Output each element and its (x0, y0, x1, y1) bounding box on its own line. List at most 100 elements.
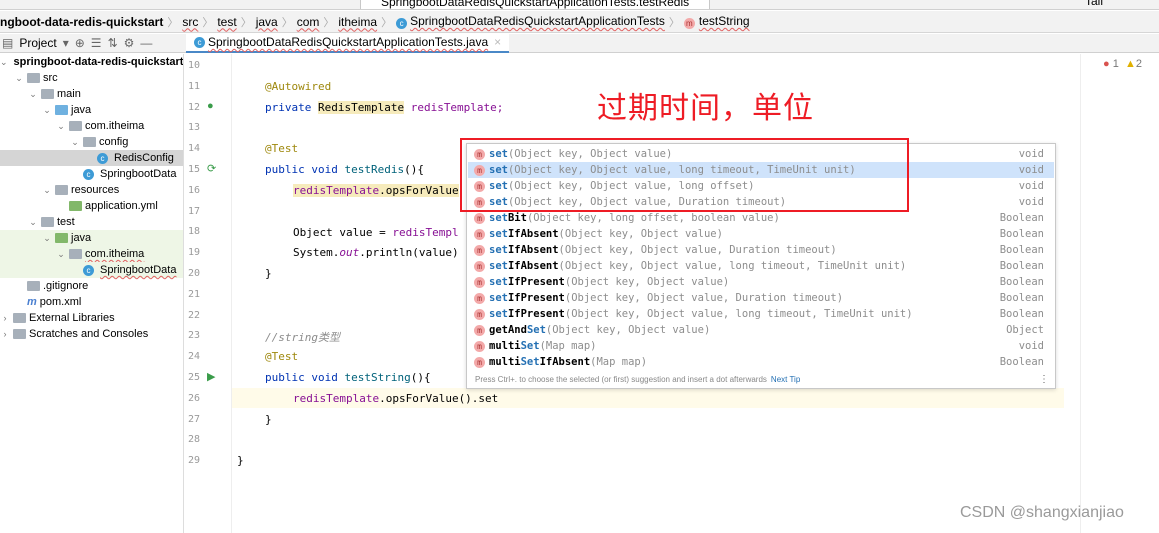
locate-icon[interactable]: ⊕ (75, 36, 85, 50)
more-options-icon[interactable]: ⋮ (1039, 374, 1049, 385)
code-line-29[interactable]: } (237, 454, 244, 467)
completion-item[interactable]: m setIfPresent (Object key, Object value, … (468, 306, 1054, 322)
completion-return-type: void (1018, 180, 1044, 192)
spring-bean-icon[interactable]: ● (207, 100, 214, 112)
hide-icon[interactable]: — (140, 36, 152, 50)
method-icon: m (474, 212, 485, 224)
tree-item[interactable]: ⌄ resources (0, 182, 183, 198)
chevron-right-icon: 〉 (202, 16, 214, 29)
tree-item[interactable]: .gitignore (0, 278, 183, 294)
completion-item[interactable]: m setBit (Object key, long offset, boolean… (468, 210, 1054, 226)
line-number: 28 (188, 434, 201, 446)
field-name: redisTemplate (293, 392, 380, 405)
code-line-27[interactable]: } (265, 413, 272, 426)
completion-item[interactable]: m multiSet (Map map) void (468, 338, 1054, 354)
tree-item[interactable]: c RedisConfig (0, 150, 183, 166)
name-match: Set (520, 356, 540, 368)
scratches-icon (13, 329, 26, 339)
tree-item[interactable]: c SpringbootData (0, 166, 183, 182)
next-tip-link[interactable]: Next Tip (771, 375, 800, 384)
breadcrumb-item[interactable]: m testString (680, 14, 754, 29)
punct: (){ (404, 163, 424, 176)
expand-all-icon[interactable]: ☰ (91, 36, 102, 50)
code-line-20[interactable]: } (265, 267, 272, 280)
completion-item[interactable]: m multiSetIfAbsent (Map map) Boolean (468, 354, 1054, 370)
breadcrumb-item[interactable]: c SpringbootDataRedisQuickstartApplicatio… (392, 14, 669, 29)
tree-item[interactable]: ⌄ com.itheima (0, 118, 183, 134)
tree-item[interactable]: ⌄ main (0, 86, 183, 102)
code-line-15[interactable]: public void testRedis(){ (265, 163, 424, 176)
completion-item[interactable]: m setIfPresent (Object key, Object value) B… (468, 274, 1054, 290)
line-number: 19 (188, 247, 201, 259)
breadcrumb-label: SpringbootDataRedisQuickstartApplication… (410, 14, 665, 28)
breadcrumb-item[interactable]: java (252, 15, 282, 29)
chevron-right-icon[interactable]: › (0, 326, 10, 342)
code-line-26[interactable]: redisTemplate.opsForValue().set (293, 392, 498, 405)
run-config-select[interactable]: SpringbootDataRedisQuickstartApplication… (360, 0, 711, 9)
completion-item[interactable]: m setIfAbsent (Object key, Object value, D… (468, 242, 1054, 258)
completion-return-type: Boolean (999, 356, 1044, 368)
tree-item[interactable]: m pom.xml (0, 294, 183, 310)
folder-icon (41, 217, 54, 227)
chevron-down-icon[interactable]: ⌄ (56, 118, 66, 134)
chevron-down-icon[interactable]: ⌄ (28, 86, 38, 102)
breadcrumb-item[interactable]: ngboot-data-redis-quickstart (0, 15, 167, 29)
breadcrumb-item[interactable]: test (213, 15, 240, 29)
tree-item[interactable]: c SpringbootData (0, 262, 183, 278)
chevron-down-icon[interactable]: ⌄ (42, 182, 52, 198)
breadcrumb-item[interactable]: src (178, 15, 202, 29)
code-line-25[interactable]: public void testString(){ (265, 371, 431, 384)
collapse-all-icon[interactable]: ⇅ (108, 36, 118, 50)
tree-item[interactable]: › Scratches and Consoles (0, 326, 183, 342)
method-icon: m (474, 308, 485, 320)
inspection-widget[interactable]: ● 1 ▲2 (1103, 58, 1142, 70)
code-line-19[interactable]: System.out.println(value) (293, 246, 459, 259)
completion-item[interactable]: m setIfAbsent (Object key, Object value, l… (468, 258, 1054, 274)
tree-item[interactable]: › External Libraries (0, 310, 183, 326)
code-line-24[interactable]: @Test (265, 350, 298, 363)
chevron-down-icon[interactable]: ⌄ (42, 230, 52, 246)
project-view-selector[interactable]: ▤ Project ▾ ⊕ ☰ ⇅ ⚙ — (0, 36, 186, 50)
code-line-23[interactable]: //string类型 (265, 329, 340, 345)
close-icon[interactable]: × (494, 35, 501, 49)
name-match: set (489, 244, 508, 256)
chevron-right-icon[interactable]: › (0, 310, 10, 326)
tree-item[interactable]: application.yml (0, 198, 183, 214)
tail-button[interactable]: Tail (1085, 0, 1103, 8)
keyword: public void (265, 371, 345, 384)
gear-icon[interactable]: ⚙ (124, 36, 135, 50)
chevron-down-icon[interactable]: ⌄ (14, 70, 24, 86)
spring-bean-icon[interactable]: ⟳ (207, 162, 216, 175)
keyword: public void (265, 163, 345, 176)
code-line-11[interactable]: @Autowired (265, 80, 331, 93)
completion-item[interactable]: m setIfPresent (Object key, Object value, … (468, 290, 1054, 306)
tree-item[interactable]: ⌄ com.itheima (0, 246, 183, 262)
tree-item[interactable]: ⌄ src (0, 70, 183, 86)
code-line-16[interactable]: redisTemplate.opsForValue (293, 184, 459, 197)
tree-item[interactable]: ⌄ java (0, 102, 183, 118)
code-line-14[interactable]: @Test (265, 142, 298, 155)
completion-item[interactable]: m getAndSet (Object key, Object value) Obje… (468, 322, 1054, 338)
tree-item[interactable]: ⌄ test (0, 214, 183, 230)
chevron-down-icon[interactable]: ⌄ (28, 214, 38, 230)
chevron-down-icon[interactable]: ⌄ (0, 54, 8, 70)
code-line-18[interactable]: Object value = redisTempl (293, 226, 459, 239)
breadcrumb-label: java (255, 14, 278, 29)
run-test-icon[interactable]: ▶ (207, 370, 215, 383)
tree-item-label: pom.xml (39, 296, 82, 308)
tree-item[interactable]: ⌄ java (0, 230, 183, 246)
project-icon: ▤ (2, 36, 14, 50)
completion-item[interactable]: m setIfAbsent (Object key, Object value) Bo… (468, 226, 1054, 242)
method-icon: m (474, 260, 485, 272)
chevron-down-icon[interactable]: ⌄ (70, 134, 80, 150)
breadcrumb-item[interactable]: com (293, 15, 324, 29)
tab-editor-file[interactable]: c SpringbootDataRedisQuickstartApplicati… (186, 33, 510, 53)
tree-item[interactable]: ⌄ springboot-data-redis-quickstart (0, 54, 183, 70)
warning-count: 2 (1135, 58, 1142, 70)
tree-item[interactable]: ⌄ config (0, 134, 183, 150)
code-line-12[interactable]: private RedisTemplate redisTemplate; (265, 101, 503, 114)
breadcrumb-item[interactable]: itheima (334, 15, 381, 29)
chevron-down-icon[interactable]: ⌄ (56, 246, 66, 262)
line-number: 25 (188, 372, 201, 383)
chevron-down-icon[interactable]: ⌄ (42, 102, 52, 118)
